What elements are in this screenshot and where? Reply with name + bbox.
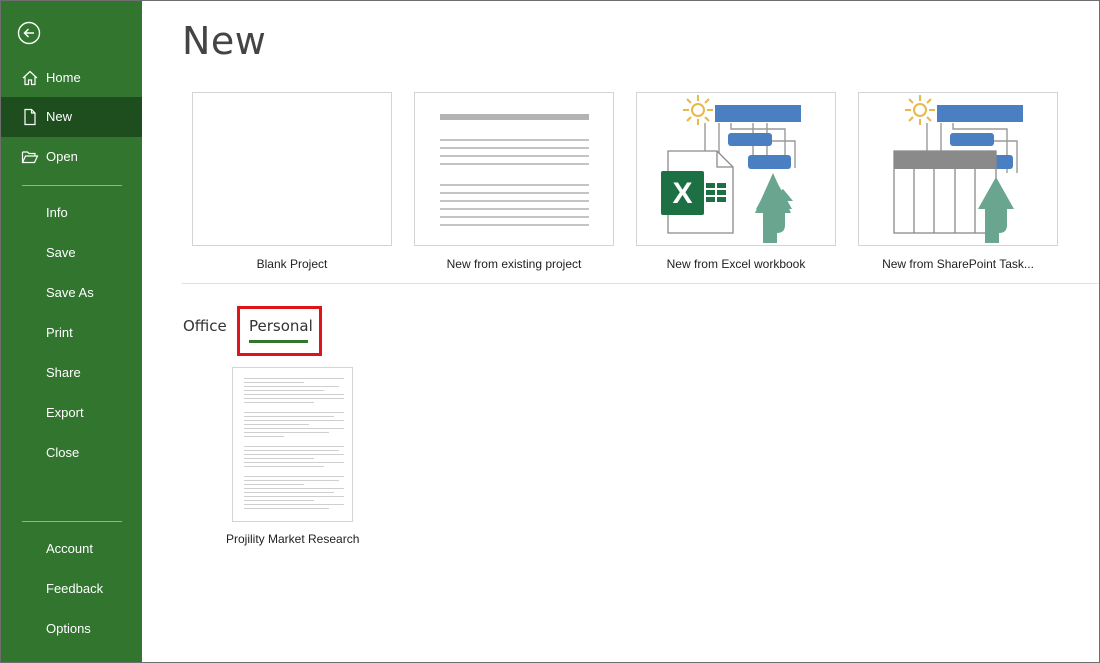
sidebar-item-label: Info: [46, 205, 68, 220]
document-lines-icon: [440, 114, 589, 226]
sidebar-item-label: New: [46, 109, 73, 124]
thumbnail-text-line: [244, 412, 344, 413]
sidebar-item-label: Share: [46, 365, 81, 380]
thumbnail-text-line: [244, 508, 329, 509]
thumbnail-text-line: [244, 450, 339, 451]
sidebar-item-label: Save As: [46, 285, 94, 300]
thumbnail-text-line: [244, 500, 314, 501]
template-new-from-existing[interactable]: New from existing project: [414, 92, 614, 271]
template-thumbnail: [232, 367, 353, 522]
thumbnail-text-line: [244, 480, 339, 481]
sidebar-item-label: Options: [46, 621, 91, 636]
template-caption: New from SharePoint Task...: [882, 257, 1034, 271]
thumbnail-text-line: [244, 402, 314, 403]
tab-selected-indicator: [249, 340, 308, 343]
thumbnail-text-line: [244, 436, 284, 437]
thumbnail-text-line: [244, 462, 344, 463]
excel-import-icon: X: [661, 95, 801, 243]
thumbnail-text-line: [244, 416, 334, 417]
template-caption: Blank Project: [256, 257, 328, 271]
thumbnail-text-line: [244, 390, 324, 391]
sidebar-item-label: Feedback: [46, 581, 104, 596]
sidebar-divider: [22, 185, 122, 186]
sidebar-item-label: Open: [46, 149, 78, 164]
thumbnail-text-line: [244, 394, 344, 395]
thumbnail-text-line: [244, 398, 344, 399]
open-folder-icon: [21, 151, 39, 164]
backstage-sidebar: Home New Open Info Save Save As Print Sh…: [1, 1, 142, 662]
sidebar-item-info[interactable]: Info: [1, 193, 142, 233]
sidebar-item-save[interactable]: Save: [1, 233, 142, 273]
thumbnail-text-line: [244, 454, 344, 455]
sidebar-item-export[interactable]: Export: [1, 393, 142, 433]
template-thumbnail: X: [636, 92, 836, 246]
back-button[interactable]: [17, 21, 41, 45]
thumbnail-text-line: [244, 484, 304, 485]
home-icon: [22, 70, 38, 86]
template-caption: New from Excel workbook: [666, 257, 806, 271]
backstage-window: Home New Open Info Save Save As Print Sh…: [0, 0, 1100, 663]
template-new-from-sharepoint[interactable]: New from SharePoint Task...: [858, 92, 1058, 271]
template-thumbnail: [192, 92, 392, 246]
section-divider: [182, 283, 1099, 284]
sidebar-item-new[interactable]: New: [1, 97, 142, 137]
new-document-icon: [24, 108, 36, 126]
template-projility-market-research[interactable]: Projility Market Research: [226, 367, 360, 546]
sidebar-item-share[interactable]: Share: [1, 353, 142, 393]
thumbnail-text-line: [244, 378, 344, 379]
sidebar-item-print[interactable]: Print: [1, 313, 142, 353]
sidebar-item-home[interactable]: Home: [1, 58, 142, 98]
thumbnail-text-line: [244, 424, 309, 425]
tab-personal[interactable]: Personal: [249, 317, 313, 335]
sidebar-item-label: Print: [46, 325, 73, 340]
sharepoint-import-icon: [893, 95, 1023, 243]
thumbnail-text-line: [244, 432, 329, 433]
thumbnail-text-line: [244, 466, 324, 467]
back-arrow-icon: [17, 21, 41, 45]
template-thumbnail: [414, 92, 614, 246]
sun-icon: [905, 95, 935, 125]
thumbnail-text-line: [244, 446, 344, 447]
sidebar-divider: [22, 521, 122, 522]
sidebar-item-close[interactable]: Close: [1, 433, 142, 473]
thumbnail-text-line: [244, 458, 314, 459]
sidebar-item-label: Export: [46, 405, 84, 420]
thumbnail-text-line: [244, 382, 304, 383]
sidebar-item-open[interactable]: Open: [1, 137, 142, 177]
sidebar-item-label: Close: [46, 445, 80, 460]
thumbnail-text-line: [244, 488, 344, 489]
sidebar-item-label: Home: [46, 70, 81, 85]
sun-icon: [683, 95, 713, 125]
template-blank-project[interactable]: Blank Project: [192, 92, 392, 271]
sidebar-item-options[interactable]: Options: [1, 609, 142, 649]
template-caption: New from existing project: [446, 257, 582, 271]
template-caption: Projility Market Research: [226, 532, 360, 546]
sidebar-item-label: Save: [46, 245, 76, 260]
thumbnail-text-line: [244, 476, 344, 477]
template-thumbnail: [858, 92, 1058, 246]
sidebar-item-save-as[interactable]: Save As: [1, 273, 142, 313]
thumbnail-text-line: [244, 492, 334, 493]
svg-text:X: X: [672, 177, 692, 210]
page-title: New: [182, 19, 267, 63]
thumbnail-text-line: [244, 420, 344, 421]
sidebar-item-label: Account: [46, 541, 93, 556]
tab-office[interactable]: Office: [183, 317, 227, 335]
sidebar-item-feedback[interactable]: Feedback: [1, 569, 142, 609]
thumbnail-text-line: [244, 496, 344, 497]
thumbnail-text-line: [244, 428, 344, 429]
sidebar-item-account[interactable]: Account: [1, 529, 142, 569]
template-new-from-excel[interactable]: X New from Excel workbook: [636, 92, 836, 271]
thumbnail-text-line: [244, 504, 344, 505]
thumbnail-text-line: [244, 386, 339, 387]
